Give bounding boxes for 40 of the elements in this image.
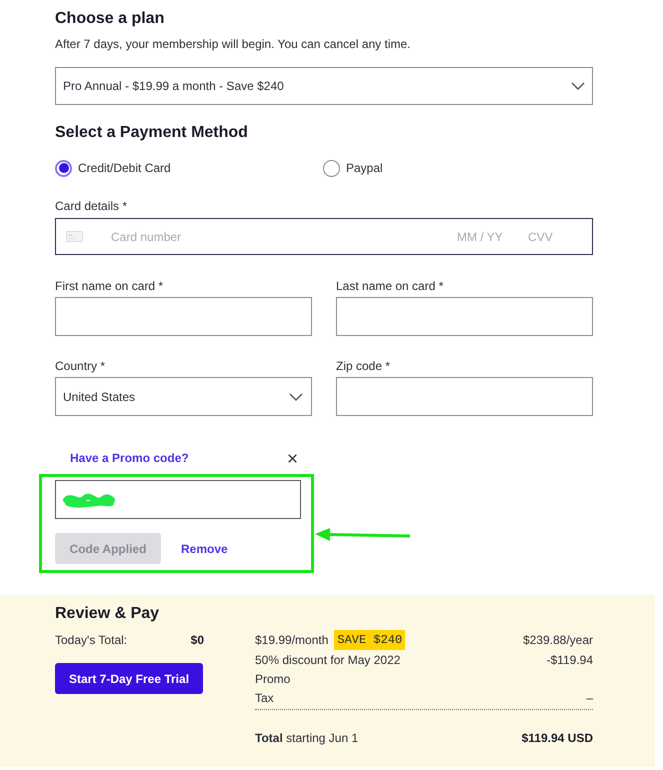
start-trial-button[interactable]: Start 7-Day Free Trial [55, 663, 203, 694]
text-input[interactable] [55, 297, 312, 336]
line-item-label: 50% discount for May 2022 [255, 652, 400, 668]
total-amount: $0 [190, 632, 204, 649]
credit-card-icon [66, 231, 83, 242]
remove-link[interactable]: Remove [181, 540, 228, 558]
total-amount: $119.94 USD [522, 730, 593, 747]
expiry-input[interactable]: MM / YY [457, 226, 528, 246]
line-item-label: $19.99/month [255, 632, 328, 649]
field-label: Card details * [55, 198, 128, 214]
line-item-amount: -$119.94 [546, 652, 593, 668]
payment-option-radio[interactable]: Paypal [323, 159, 593, 177]
plan-select[interactable]: Pro Annual - $19.99 a month - Save $240 [55, 67, 593, 105]
promo-code-toggle[interactable]: Have a Promo code? [70, 450, 189, 466]
section-heading: Select a Payment Method [55, 123, 249, 143]
total-label: Total starting Jun 1 [255, 730, 358, 747]
card-number-input[interactable]: Card number [111, 226, 457, 246]
payment-option-radio[interactable]: Credit/Debit Card [55, 159, 323, 177]
text-input[interactable] [336, 297, 593, 336]
plan-description: After 7 days, your membership will begin. You can cancel any time. [55, 36, 412, 52]
cvv-input[interactable]: CVV [528, 226, 578, 246]
chevron-down-icon [289, 392, 303, 400]
savings-badge: SAVE $240 [334, 630, 406, 650]
chevron-down-icon [571, 82, 585, 90]
field-label: First name on card * [55, 278, 164, 294]
section-heading: Choose a plan [55, 9, 166, 29]
line-item-amount: – [586, 690, 593, 706]
field-label: Last name on card * [336, 278, 444, 294]
promo-code-field[interactable] [55, 480, 301, 519]
line-item-amount: $239.88/year [522, 632, 593, 649]
field-label: Country * [55, 358, 106, 374]
section-heading: Review & Pay [55, 604, 160, 624]
field-label: Zip code * [336, 358, 392, 374]
close-icon[interactable] [288, 454, 297, 462]
total-label: Today's Total: [55, 632, 128, 649]
country-select[interactable]: United States [55, 377, 312, 416]
card-details-field[interactable]: Card number MM / YY CVV [55, 218, 593, 255]
line-item-label: Promo [255, 670, 290, 688]
line-item-label: Tax [255, 690, 274, 706]
text-input[interactable] [336, 377, 593, 416]
